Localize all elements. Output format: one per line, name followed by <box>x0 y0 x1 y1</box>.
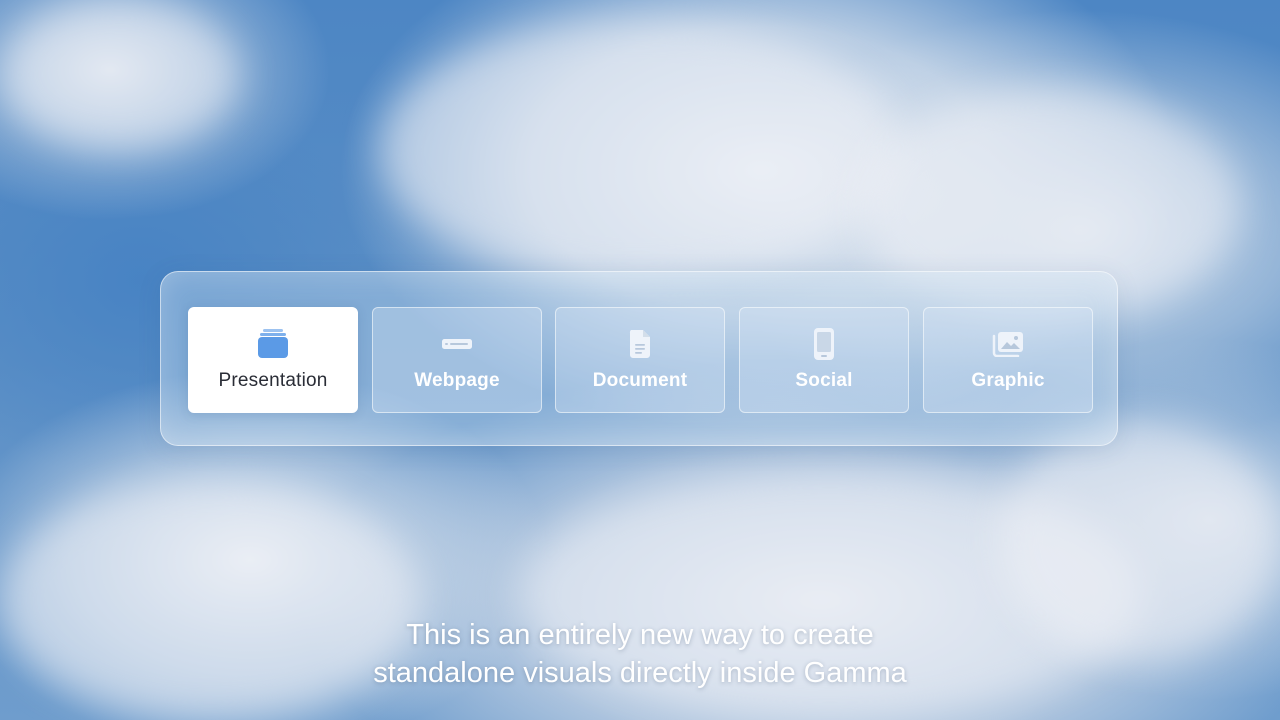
presentation-icon <box>257 328 289 360</box>
option-label: Social <box>795 370 853 391</box>
option-label: Graphic <box>971 370 1045 391</box>
caption-line-1: This is an entirely new way to create <box>406 619 874 651</box>
image-icon <box>992 328 1024 360</box>
option-presentation[interactable]: Presentation <box>188 307 358 413</box>
option-label: Presentation <box>218 370 328 391</box>
document-icon <box>628 328 652 360</box>
option-document[interactable]: Document <box>555 307 725 413</box>
cloud <box>0 0 240 150</box>
option-label: Document <box>592 370 688 391</box>
option-webpage[interactable]: Webpage <box>372 307 542 413</box>
option-social[interactable]: Social <box>739 307 909 413</box>
option-graphic[interactable]: Graphic <box>923 307 1093 413</box>
option-label: Webpage <box>414 370 500 391</box>
phone-icon <box>813 328 835 360</box>
caption-line-2: standalone visuals directly inside Gamma <box>373 657 907 689</box>
webpage-icon <box>441 328 473 360</box>
cloud <box>380 20 900 280</box>
content-type-selector: Presentation Webpage Document Social Gra… <box>160 271 1118 446</box>
